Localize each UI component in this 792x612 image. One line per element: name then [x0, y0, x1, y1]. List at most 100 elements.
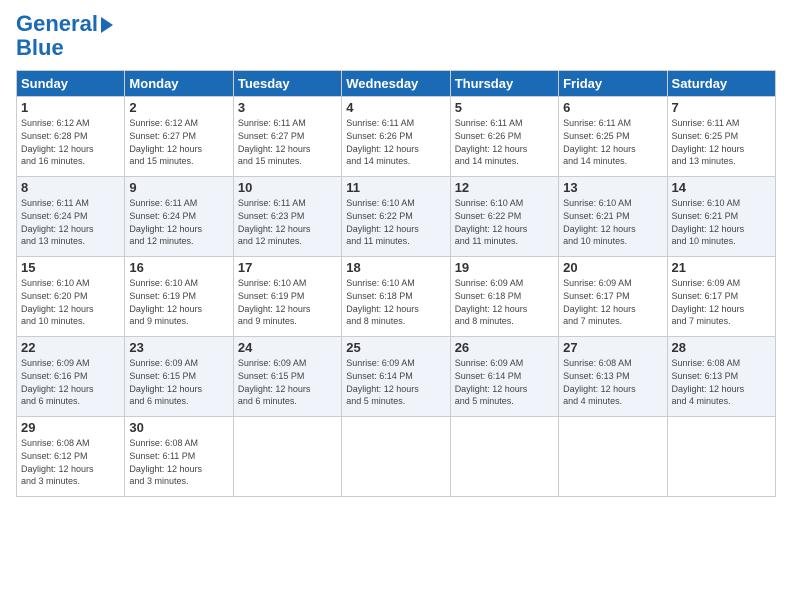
- day-number: 30: [129, 420, 228, 435]
- calendar-week-row: 29 Sunrise: 6:08 AM Sunset: 6:12 PM Dayl…: [17, 417, 776, 497]
- day-detail: Sunrise: 6:10 AM Sunset: 6:22 PM Dayligh…: [455, 197, 554, 247]
- calendar-day-cell: [559, 417, 667, 497]
- day-number: 15: [21, 260, 120, 275]
- day-detail: Sunrise: 6:10 AM Sunset: 6:21 PM Dayligh…: [563, 197, 662, 247]
- day-detail: Sunrise: 6:08 AM Sunset: 6:13 PM Dayligh…: [563, 357, 662, 407]
- page-container: General Blue Sunday Monday Tuesday Wedne…: [0, 0, 792, 612]
- col-wednesday: Wednesday: [342, 71, 450, 97]
- day-number: 4: [346, 100, 445, 115]
- day-detail: Sunrise: 6:10 AM Sunset: 6:20 PM Dayligh…: [21, 277, 120, 327]
- calendar-day-cell: 12 Sunrise: 6:10 AM Sunset: 6:22 PM Dayl…: [450, 177, 558, 257]
- day-number: 6: [563, 100, 662, 115]
- calendar-week-row: 22 Sunrise: 6:09 AM Sunset: 6:16 PM Dayl…: [17, 337, 776, 417]
- day-detail: Sunrise: 6:08 AM Sunset: 6:13 PM Dayligh…: [672, 357, 771, 407]
- day-detail: Sunrise: 6:09 AM Sunset: 6:17 PM Dayligh…: [563, 277, 662, 327]
- day-detail: Sunrise: 6:10 AM Sunset: 6:22 PM Dayligh…: [346, 197, 445, 247]
- day-number: 21: [672, 260, 771, 275]
- day-number: 29: [21, 420, 120, 435]
- calendar-day-cell: 19 Sunrise: 6:09 AM Sunset: 6:18 PM Dayl…: [450, 257, 558, 337]
- calendar-day-cell: 18 Sunrise: 6:10 AM Sunset: 6:18 PM Dayl…: [342, 257, 450, 337]
- page-header: General Blue: [16, 12, 776, 60]
- day-detail: Sunrise: 6:09 AM Sunset: 6:15 PM Dayligh…: [238, 357, 337, 407]
- day-detail: Sunrise: 6:09 AM Sunset: 6:16 PM Dayligh…: [21, 357, 120, 407]
- calendar-day-cell: 10 Sunrise: 6:11 AM Sunset: 6:23 PM Dayl…: [233, 177, 341, 257]
- calendar-day-cell: 26 Sunrise: 6:09 AM Sunset: 6:14 PM Dayl…: [450, 337, 558, 417]
- calendar-day-cell: 3 Sunrise: 6:11 AM Sunset: 6:27 PM Dayli…: [233, 97, 341, 177]
- day-number: 9: [129, 180, 228, 195]
- day-number: 11: [346, 180, 445, 195]
- day-number: 25: [346, 340, 445, 355]
- day-number: 19: [455, 260, 554, 275]
- logo: General Blue: [16, 12, 113, 60]
- calendar-day-cell: 5 Sunrise: 6:11 AM Sunset: 6:26 PM Dayli…: [450, 97, 558, 177]
- day-detail: Sunrise: 6:09 AM Sunset: 6:18 PM Dayligh…: [455, 277, 554, 327]
- day-detail: Sunrise: 6:11 AM Sunset: 6:25 PM Dayligh…: [672, 117, 771, 167]
- calendar-day-cell: 14 Sunrise: 6:10 AM Sunset: 6:21 PM Dayl…: [667, 177, 775, 257]
- day-number: 28: [672, 340, 771, 355]
- day-number: 12: [455, 180, 554, 195]
- calendar-day-cell: 24 Sunrise: 6:09 AM Sunset: 6:15 PM Dayl…: [233, 337, 341, 417]
- calendar-day-cell: 23 Sunrise: 6:09 AM Sunset: 6:15 PM Dayl…: [125, 337, 233, 417]
- day-detail: Sunrise: 6:10 AM Sunset: 6:19 PM Dayligh…: [238, 277, 337, 327]
- logo-blue-text: Blue: [16, 35, 64, 60]
- col-sunday: Sunday: [17, 71, 125, 97]
- day-detail: Sunrise: 6:10 AM Sunset: 6:21 PM Dayligh…: [672, 197, 771, 247]
- calendar-week-row: 8 Sunrise: 6:11 AM Sunset: 6:24 PM Dayli…: [17, 177, 776, 257]
- col-thursday: Thursday: [450, 71, 558, 97]
- calendar-day-cell: [667, 417, 775, 497]
- day-number: 8: [21, 180, 120, 195]
- calendar-day-cell: 15 Sunrise: 6:10 AM Sunset: 6:20 PM Dayl…: [17, 257, 125, 337]
- day-detail: Sunrise: 6:12 AM Sunset: 6:27 PM Dayligh…: [129, 117, 228, 167]
- calendar-day-cell: 22 Sunrise: 6:09 AM Sunset: 6:16 PM Dayl…: [17, 337, 125, 417]
- day-detail: Sunrise: 6:11 AM Sunset: 6:26 PM Dayligh…: [346, 117, 445, 167]
- calendar-day-cell: 1 Sunrise: 6:12 AM Sunset: 6:28 PM Dayli…: [17, 97, 125, 177]
- calendar-day-cell: 11 Sunrise: 6:10 AM Sunset: 6:22 PM Dayl…: [342, 177, 450, 257]
- day-detail: Sunrise: 6:11 AM Sunset: 6:24 PM Dayligh…: [129, 197, 228, 247]
- calendar-day-cell: 28 Sunrise: 6:08 AM Sunset: 6:13 PM Dayl…: [667, 337, 775, 417]
- day-number: 17: [238, 260, 337, 275]
- day-number: 20: [563, 260, 662, 275]
- day-detail: Sunrise: 6:11 AM Sunset: 6:26 PM Dayligh…: [455, 117, 554, 167]
- day-number: 5: [455, 100, 554, 115]
- calendar-day-cell: 8 Sunrise: 6:11 AM Sunset: 6:24 PM Dayli…: [17, 177, 125, 257]
- day-number: 1: [21, 100, 120, 115]
- logo-arrow-icon: [101, 17, 113, 33]
- day-number: 16: [129, 260, 228, 275]
- calendar-table: Sunday Monday Tuesday Wednesday Thursday…: [16, 70, 776, 497]
- day-number: 22: [21, 340, 120, 355]
- calendar-week-row: 15 Sunrise: 6:10 AM Sunset: 6:20 PM Dayl…: [17, 257, 776, 337]
- day-detail: Sunrise: 6:10 AM Sunset: 6:18 PM Dayligh…: [346, 277, 445, 327]
- calendar-day-cell: 30 Sunrise: 6:08 AM Sunset: 6:11 PM Dayl…: [125, 417, 233, 497]
- day-number: 18: [346, 260, 445, 275]
- calendar-week-row: 1 Sunrise: 6:12 AM Sunset: 6:28 PM Dayli…: [17, 97, 776, 177]
- calendar-day-cell: [342, 417, 450, 497]
- day-number: 3: [238, 100, 337, 115]
- calendar-day-cell: 4 Sunrise: 6:11 AM Sunset: 6:26 PM Dayli…: [342, 97, 450, 177]
- day-detail: Sunrise: 6:11 AM Sunset: 6:25 PM Dayligh…: [563, 117, 662, 167]
- day-detail: Sunrise: 6:09 AM Sunset: 6:17 PM Dayligh…: [672, 277, 771, 327]
- calendar-day-cell: 29 Sunrise: 6:08 AM Sunset: 6:12 PM Dayl…: [17, 417, 125, 497]
- day-detail: Sunrise: 6:11 AM Sunset: 6:23 PM Dayligh…: [238, 197, 337, 247]
- day-number: 14: [672, 180, 771, 195]
- day-number: 7: [672, 100, 771, 115]
- calendar-day-cell: [450, 417, 558, 497]
- day-detail: Sunrise: 6:09 AM Sunset: 6:14 PM Dayligh…: [455, 357, 554, 407]
- day-detail: Sunrise: 6:10 AM Sunset: 6:19 PM Dayligh…: [129, 277, 228, 327]
- day-detail: Sunrise: 6:08 AM Sunset: 6:11 PM Dayligh…: [129, 437, 228, 487]
- calendar-day-cell: 13 Sunrise: 6:10 AM Sunset: 6:21 PM Dayl…: [559, 177, 667, 257]
- day-number: 26: [455, 340, 554, 355]
- day-number: 10: [238, 180, 337, 195]
- day-detail: Sunrise: 6:09 AM Sunset: 6:14 PM Dayligh…: [346, 357, 445, 407]
- calendar-header-row: Sunday Monday Tuesday Wednesday Thursday…: [17, 71, 776, 97]
- day-detail: Sunrise: 6:11 AM Sunset: 6:24 PM Dayligh…: [21, 197, 120, 247]
- col-saturday: Saturday: [667, 71, 775, 97]
- calendar-day-cell: 27 Sunrise: 6:08 AM Sunset: 6:13 PM Dayl…: [559, 337, 667, 417]
- calendar-day-cell: [233, 417, 341, 497]
- calendar-day-cell: 17 Sunrise: 6:10 AM Sunset: 6:19 PM Dayl…: [233, 257, 341, 337]
- calendar-day-cell: 25 Sunrise: 6:09 AM Sunset: 6:14 PM Dayl…: [342, 337, 450, 417]
- col-friday: Friday: [559, 71, 667, 97]
- day-number: 24: [238, 340, 337, 355]
- day-detail: Sunrise: 6:09 AM Sunset: 6:15 PM Dayligh…: [129, 357, 228, 407]
- calendar-day-cell: 2 Sunrise: 6:12 AM Sunset: 6:27 PM Dayli…: [125, 97, 233, 177]
- calendar-day-cell: 21 Sunrise: 6:09 AM Sunset: 6:17 PM Dayl…: [667, 257, 775, 337]
